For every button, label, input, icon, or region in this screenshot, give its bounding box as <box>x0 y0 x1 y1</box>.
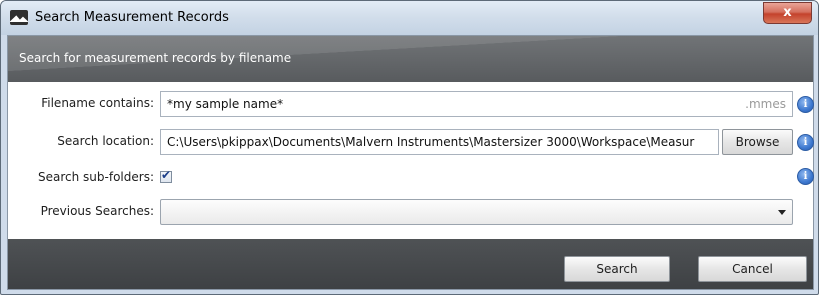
checkmark-icon: ✔ <box>161 168 172 182</box>
filename-info-icon[interactable]: i <box>797 96 814 113</box>
title-bar[interactable]: Search Measurement Records x <box>1 1 818 35</box>
close-button[interactable]: x <box>763 2 812 24</box>
previous-searches-dropdown[interactable] <box>160 199 793 225</box>
subfolders-label: Search sub-folders: <box>38 170 154 184</box>
window-title: Search Measurement Records <box>35 10 229 25</box>
mountain-icon <box>10 10 28 25</box>
subfolders-checkbox[interactable]: ✔ <box>160 168 172 183</box>
previous-searches-label: Previous Searches: <box>40 204 154 218</box>
filename-input[interactable]: *my sample name* .mmes <box>160 91 793 117</box>
header-band: Search for measurement records by filena… <box>8 36 813 82</box>
location-label: Search location: <box>57 134 154 148</box>
filename-value: *my sample name* <box>167 97 284 111</box>
chevron-down-icon <box>778 210 786 215</box>
search-button[interactable]: Search <box>564 256 670 282</box>
location-value: C:\Users\pkippax\Documents\Malvern Instr… <box>167 135 695 149</box>
header-text: Search for measurement records by filena… <box>19 51 292 65</box>
dialog-window: Search Measurement Records x Search for … <box>0 0 819 295</box>
filename-label: Filename contains: <box>41 96 154 110</box>
subfolders-row: Search sub-folders: ✔ i <box>8 164 814 194</box>
filename-extension: .mmes <box>745 97 786 111</box>
browse-button[interactable]: Browse <box>722 129 793 155</box>
location-row: Search location: C:\Users\pkippax\Docume… <box>8 127 814 157</box>
cancel-button[interactable]: Cancel <box>698 256 807 282</box>
previous-searches-row: Previous Searches: <box>8 197 813 227</box>
filename-row: Filename contains: *my sample name* .mme… <box>8 89 814 119</box>
subfolders-info-icon[interactable]: i <box>797 168 814 185</box>
footer-bar: Search Cancel <box>8 239 813 289</box>
dialog-content: Search for measurement records by filena… <box>7 35 814 290</box>
location-input[interactable]: C:\Users\pkippax\Documents\Malvern Instr… <box>160 129 719 155</box>
location-info-icon[interactable]: i <box>797 134 814 151</box>
